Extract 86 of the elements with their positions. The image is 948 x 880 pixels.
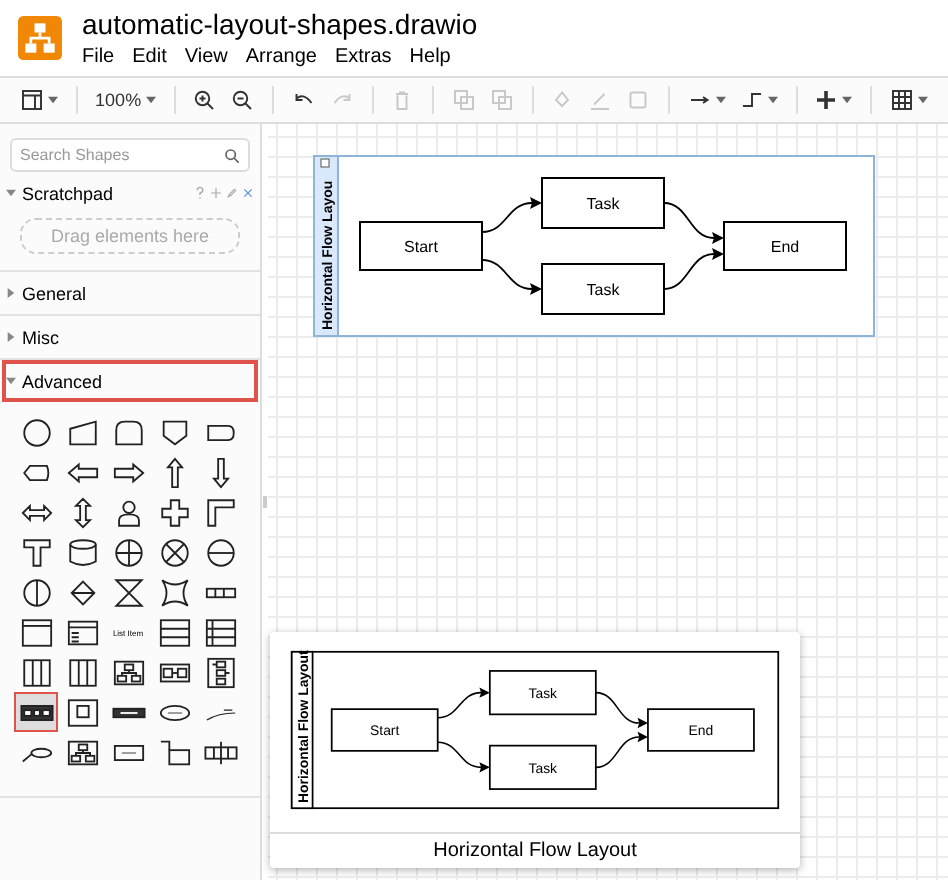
circle-shape-icon[interactable] bbox=[19, 415, 53, 449]
plus-icon bbox=[814, 88, 839, 112]
menu-item[interactable]: File bbox=[82, 44, 115, 70]
process-box[interactable] bbox=[723, 221, 847, 271]
panel-layout-icon bbox=[20, 88, 44, 112]
offpage-shape-icon[interactable] bbox=[157, 415, 191, 449]
process-box bbox=[330, 708, 439, 752]
caret-icon bbox=[145, 96, 156, 104]
manual-input-icon[interactable] bbox=[65, 415, 99, 449]
waypoint-icon bbox=[739, 88, 764, 112]
drop-zone: Drag elements here bbox=[20, 218, 240, 254]
menu-item[interactable]: View bbox=[184, 44, 228, 70]
circle-split-icon[interactable] bbox=[19, 575, 53, 609]
connector-arrow[interactable] bbox=[481, 197, 542, 233]
line-color-icon bbox=[588, 88, 613, 112]
connector-arrow[interactable] bbox=[663, 202, 724, 244]
connector-arrow bbox=[436, 687, 490, 719]
four-point-star-icon[interactable] bbox=[157, 575, 191, 609]
fill-color-icon bbox=[550, 88, 575, 112]
delay-shape-icon[interactable] bbox=[111, 415, 145, 449]
section-header[interactable]: General bbox=[0, 272, 260, 314]
process-box[interactable] bbox=[541, 177, 665, 229]
summing-junction-icon[interactable] bbox=[111, 535, 145, 569]
search-icon bbox=[224, 147, 240, 163]
zoom-out-icon bbox=[230, 88, 255, 112]
connector-arrow[interactable] bbox=[481, 259, 542, 295]
section-header[interactable]: Advanced bbox=[2, 360, 258, 402]
caret-icon bbox=[842, 96, 853, 104]
tee-shape-icon[interactable] bbox=[19, 535, 53, 569]
toolbar-button[interactable] bbox=[16, 86, 62, 114]
caret-icon bbox=[917, 96, 928, 104]
connector-arrow bbox=[436, 741, 490, 773]
document-title: automatic-layout-shapes.drawio bbox=[82, 8, 478, 40]
table-shape-icon[interactable] bbox=[203, 615, 237, 649]
cylinder-icon[interactable] bbox=[65, 535, 99, 569]
caret-icon bbox=[715, 96, 726, 104]
window-shape-icon[interactable] bbox=[19, 615, 53, 649]
list-shape-icon[interactable] bbox=[157, 615, 191, 649]
to-front-icon bbox=[451, 88, 476, 112]
elbow-connector-icon[interactable] bbox=[157, 735, 191, 769]
process-box[interactable] bbox=[541, 263, 665, 315]
section-title[interactable]: General bbox=[22, 283, 87, 303]
caret-icon bbox=[767, 96, 778, 104]
node-label: End bbox=[770, 238, 800, 256]
node-label: Task bbox=[586, 281, 620, 299]
form-shape-icon[interactable] bbox=[65, 615, 99, 649]
process-box bbox=[647, 708, 755, 752]
tree-layout-icon[interactable] bbox=[65, 735, 99, 769]
close-icon[interactable] bbox=[242, 186, 254, 200]
section-title[interactable]: Misc bbox=[22, 327, 59, 347]
corner-shape-icon[interactable] bbox=[203, 495, 237, 529]
menu-item[interactable]: Edit bbox=[132, 44, 167, 70]
app-logo bbox=[18, 16, 62, 60]
section-title[interactable]: Advanced bbox=[22, 371, 103, 391]
sort-shape-icon[interactable] bbox=[65, 575, 99, 609]
collate-shape-icon[interactable] bbox=[111, 575, 145, 609]
or-junction-icon[interactable] bbox=[157, 535, 191, 569]
process-box bbox=[488, 744, 597, 790]
search-field[interactable]: Search Shapes bbox=[10, 138, 250, 172]
section-title[interactable]: Scratchpad bbox=[22, 183, 114, 203]
menu-item[interactable]: Arrange bbox=[245, 44, 317, 70]
section-header[interactable]: Misc bbox=[0, 316, 260, 358]
preview-title: Horizontal Flow Layout bbox=[270, 832, 800, 868]
caret-icon bbox=[48, 96, 58, 104]
tree-layout-icon[interactable] bbox=[111, 655, 145, 689]
collapse-icon[interactable] bbox=[320, 158, 330, 168]
shadow-icon bbox=[626, 88, 651, 112]
table-icon bbox=[889, 88, 914, 112]
frame-shape-icon[interactable] bbox=[65, 695, 99, 729]
zoom-dropdown[interactable]: 100% bbox=[91, 88, 160, 112]
connector-arrow[interactable] bbox=[663, 248, 724, 290]
menu-item[interactable]: Help bbox=[409, 44, 451, 70]
columns-shape-icon[interactable] bbox=[65, 655, 99, 689]
resize-handle-icon[interactable] bbox=[262, 496, 268, 508]
process-box bbox=[488, 670, 597, 716]
to-back-icon bbox=[489, 88, 514, 112]
cross-shape-icon[interactable] bbox=[157, 495, 191, 529]
node-label: Start bbox=[404, 238, 438, 256]
connector-arrow bbox=[595, 691, 648, 729]
columns-shape-icon[interactable] bbox=[19, 655, 53, 689]
connector-arrow bbox=[595, 731, 648, 769]
vertical-tree-icon[interactable] bbox=[203, 655, 237, 689]
process-box[interactable] bbox=[359, 221, 483, 271]
zoom-in-icon bbox=[192, 88, 217, 112]
node-label: Task bbox=[586, 195, 620, 213]
menu-item[interactable]: Extras bbox=[334, 44, 392, 70]
